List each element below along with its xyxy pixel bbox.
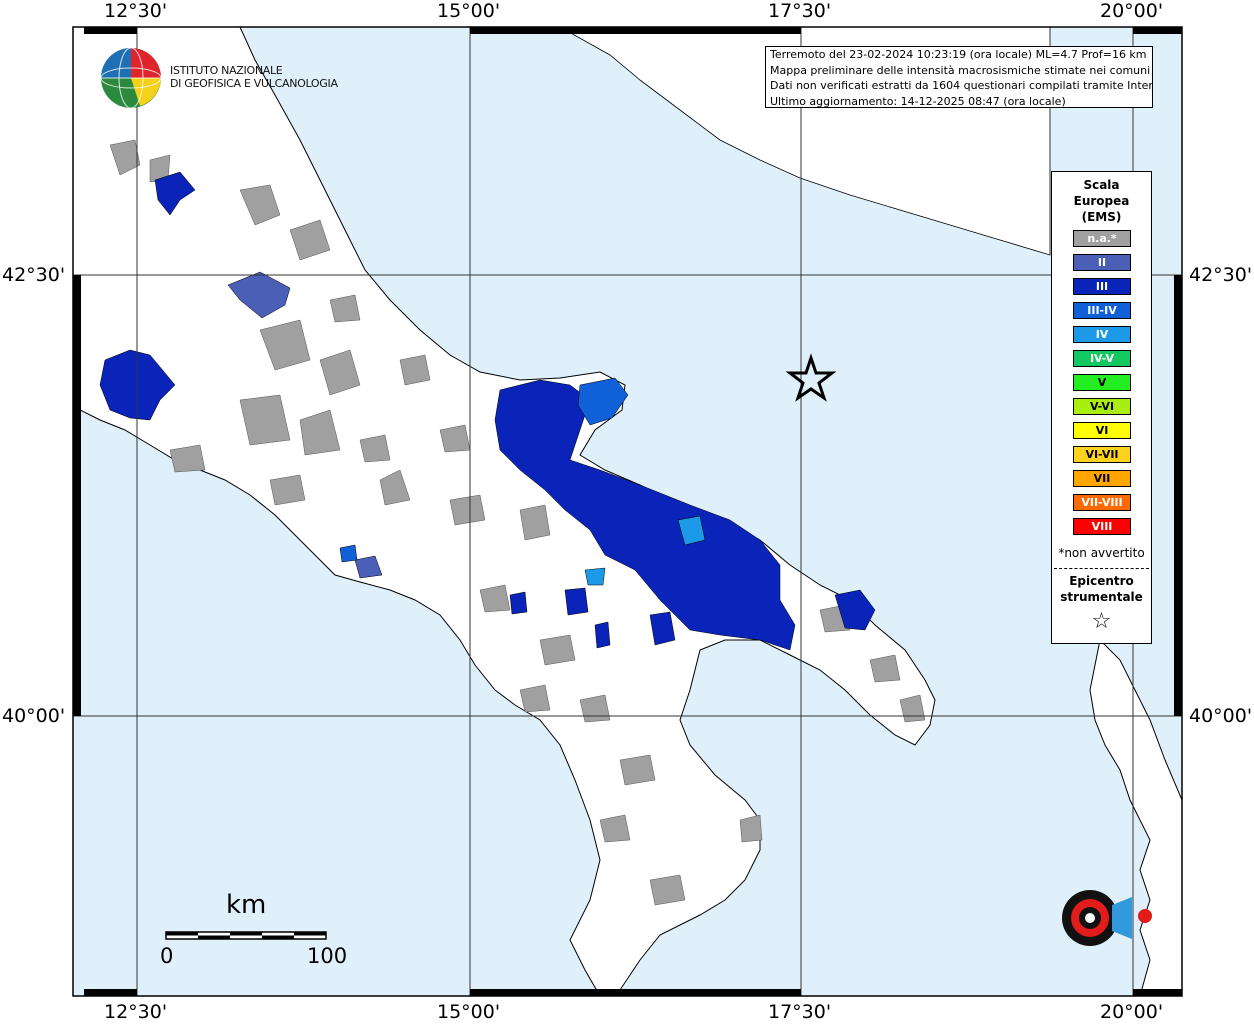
lon-tick-top-4: 20°00'	[1100, 0, 1164, 22]
legend-swatch-vii-viii: VII-VIII	[1073, 494, 1131, 511]
legend-swatch-iii: III	[1073, 278, 1131, 295]
legend-swatch-vi-vii: VI-VII	[1073, 446, 1131, 463]
scale-start: 0	[160, 944, 174, 968]
legend-note: *non avvertito	[1058, 546, 1145, 560]
event-info-box: Terremoto del 23-02-2024 10:23:19 (ora l…	[765, 46, 1153, 108]
legend-swatch-iii-iv: III-IV	[1073, 302, 1131, 319]
ems-legend: Scala Europea (EMS) n.a.* II III III-IV IV IV…	[1051, 171, 1152, 644]
lat-tick-right-2: 40°00'	[1189, 705, 1253, 727]
lon-tick-top-1: 12°30'	[104, 0, 168, 22]
legend-swatch-v-vi: V-VI	[1073, 398, 1131, 415]
lat-tick-left-1: 42°30'	[2, 264, 66, 286]
event-info-line4: Ultimo aggiornamento: 14-12-2025 08:47 (…	[770, 94, 1066, 108]
legend-swatch-vii: VII	[1073, 470, 1131, 487]
event-info-line2: Mappa preliminare delle intensità macros…	[770, 63, 1151, 77]
legend-swatch-vi: VI	[1073, 422, 1131, 439]
legend-swatch-v: V	[1073, 374, 1131, 391]
legend-epicenter-line1: Epicentro	[1069, 574, 1134, 588]
legend-swatch-iv-v: IV-V	[1073, 350, 1131, 367]
org-name: ISTITUTO NAZIONALE DI GEOFISICA E VULCAN…	[170, 64, 338, 90]
legend-title-line3: (EMS)	[1081, 210, 1122, 224]
event-info-line1: Terremoto del 23-02-2024 10:23:19 (ora l…	[770, 48, 1147, 61]
lon-tick-top-2: 15°00'	[437, 0, 501, 22]
lon-tick-top-3: 17°30'	[768, 0, 832, 22]
scale-unit: km	[226, 890, 267, 920]
event-info-line3: Dati non verificati estratti da 1604 que…	[770, 79, 1153, 92]
legend-epicenter-label: Epicentro strumentale	[1052, 573, 1151, 605]
lon-tick-bottom-3: 17°30'	[768, 1001, 832, 1023]
lon-tick-bottom-2: 15°00'	[437, 1001, 501, 1023]
legend-swatch-ii: II	[1073, 254, 1131, 271]
lat-tick-left-2: 40°00'	[2, 705, 66, 727]
legend-star-icon: ☆	[1091, 609, 1112, 634]
lon-tick-bottom-4: 20°00'	[1100, 1001, 1164, 1023]
scale-end: 100	[307, 944, 348, 968]
scale-bar	[165, 931, 327, 940]
legend-title-line1: Scala	[1083, 178, 1120, 192]
legend-title-line2: Europea	[1073, 194, 1130, 208]
lon-tick-bottom-1: 12°30'	[104, 1001, 168, 1023]
legend-title: Scala Europea (EMS)	[1052, 177, 1151, 225]
legend-swatch-iv: IV	[1073, 326, 1131, 343]
legend-divider	[1054, 568, 1149, 569]
lat-tick-right-1: 42°30'	[1189, 264, 1253, 286]
ingv-logo-icon	[100, 47, 162, 109]
legend-swatch-viii: VIII	[1073, 518, 1131, 535]
legend-swatch-n-a: n.a.*	[1073, 230, 1131, 247]
org-name-line1: ISTITUTO NAZIONALE	[170, 64, 283, 77]
legend-epicenter-line2: strumentale	[1060, 590, 1143, 604]
org-name-line2: DI GEOFISICA E VULCANOLOGIA	[170, 77, 338, 90]
